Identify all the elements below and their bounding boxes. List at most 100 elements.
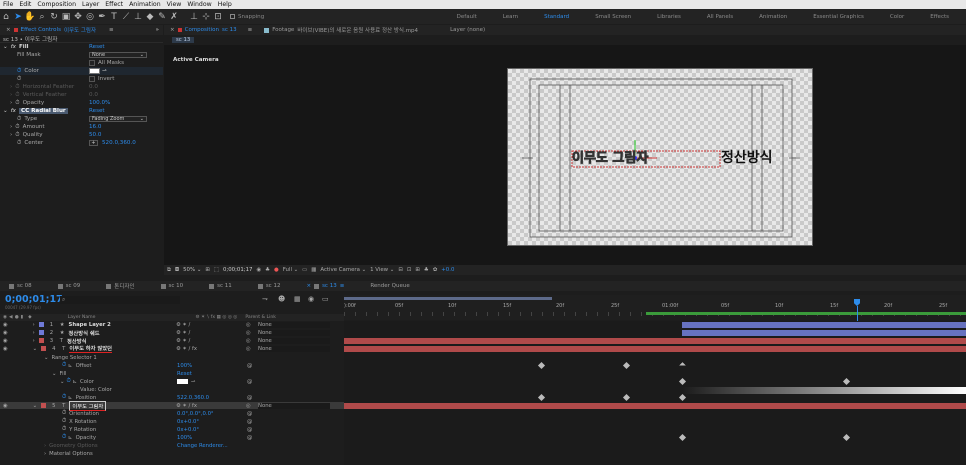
expression-icon[interactable]: @ xyxy=(247,379,252,385)
expression-icon[interactable]: @ xyxy=(247,411,252,417)
resolution-dropdown[interactable]: Full ⌄ xyxy=(283,267,298,273)
visibility-eye-icon[interactable]: ◉ xyxy=(3,346,8,352)
visibility-eye-icon[interactable]: ◉ xyxy=(3,338,8,344)
clone-stamp-tool-icon[interactable]: ⊥ xyxy=(132,11,144,23)
effect-fill-header[interactable]: ⌄ fx Fill Reset xyxy=(0,43,163,51)
effect-radial-blur-header[interactable]: ⌄ fx CC Radial Blur Reset xyxy=(0,107,163,115)
workspace-all-panels[interactable]: All Panels xyxy=(694,14,746,20)
stopwatch-icon[interactable]: ⏱ xyxy=(15,124,19,131)
panel-menu-icon[interactable]: ≡ xyxy=(109,27,114,33)
col-layer-name[interactable]: Layer Name xyxy=(68,315,96,320)
layer-name[interactable]: Shape Layer 2 xyxy=(69,322,111,328)
shape-tool-icon[interactable]: ◎ xyxy=(84,11,96,23)
tab-sc12[interactable]: sc 12 xyxy=(252,281,287,291)
graph-editor-icon[interactable]: ▭ xyxy=(322,295,329,303)
layer-row-3[interactable]: ◉ › 3 T 정산방식 ⚙ ✶ ∕ ◎ None xyxy=(0,337,344,345)
layer-row-2[interactable]: ◉ › 2 ★ 정산방식 쉐드 ⚙ ✶ ∕ ◎ None xyxy=(0,329,344,337)
mask-icon[interactable]: ◘ xyxy=(175,267,179,273)
eyedropper-icon[interactable]: ⇀ xyxy=(191,379,195,385)
keyframe[interactable] xyxy=(537,393,546,402)
expression-icon[interactable]: @ xyxy=(247,363,252,369)
stopwatch-icon[interactable]: ⏱ xyxy=(15,92,19,99)
brush-tool-icon[interactable]: ⟋ xyxy=(120,11,132,23)
blur-type-dropdown[interactable]: Fading Zoom ⌄ xyxy=(89,116,147,122)
parent-pick-whip-icon[interactable]: ◎ xyxy=(246,330,251,336)
keyframe[interactable] xyxy=(622,361,631,370)
workspace-color[interactable]: Color xyxy=(877,14,917,20)
expand-arrow-icon[interactable]: ⌄ xyxy=(60,379,64,385)
prop-position[interactable]: ⏱ ⊾ Position 522.0,360.0 @ xyxy=(0,394,344,401)
panel-menu-icon[interactable]: ≡ xyxy=(248,27,253,33)
viewer-timecode[interactable]: 0;00;01;17 xyxy=(223,267,252,273)
close-icon[interactable]: × xyxy=(6,27,11,33)
expand-arrow-icon[interactable]: › xyxy=(33,338,35,344)
workspace-essential-graphics[interactable]: Essential Graphics xyxy=(800,14,877,20)
tab-tone-design[interactable]: 톤디자인 xyxy=(100,281,140,291)
layer-row-4[interactable]: ◉ ⌄ 4 T 이무도 하자 않았던 ⚙ ✶ ∕ fx ◎ None xyxy=(0,344,344,354)
region-icon[interactable]: ⬚ xyxy=(214,267,219,273)
prop-opacity[interactable]: ⏱ ⊾ Opacity 100% @ xyxy=(0,434,344,441)
comp-frame[interactable]: 이무도 그림자 정산방식 xyxy=(507,68,813,246)
parent-pick-whip-icon[interactable]: ◎ xyxy=(246,403,251,409)
parent-pick-whip-icon[interactable]: ◎ xyxy=(246,322,251,328)
stopwatch-icon[interactable]: ⏱ xyxy=(17,76,21,83)
label-color-swatch[interactable] xyxy=(41,403,47,409)
camera-tool-icon[interactable]: ▣ xyxy=(60,11,72,23)
camera-dropdown[interactable]: Active Camera ⌄ xyxy=(320,267,366,273)
view-axis-icon[interactable]: ⊡ xyxy=(212,11,224,23)
stopwatch-icon[interactable]: ⏱ xyxy=(62,394,66,401)
workspace-learn[interactable]: Learn xyxy=(490,14,531,20)
expand-arrow-icon[interactable]: ⌄ xyxy=(33,346,37,352)
expand-arrow-icon[interactable]: ⌄ xyxy=(3,44,8,50)
fill-reset-link[interactable]: Reset xyxy=(89,44,105,50)
prop-orientation[interactable]: ⏱ Orientation 0.0°,0.0°,0.0° @ xyxy=(0,410,344,417)
workspace-libraries[interactable]: Libraries xyxy=(644,14,694,20)
workspace-default[interactable]: Default xyxy=(444,14,490,20)
keyframe[interactable] xyxy=(678,393,687,402)
expand-arrow-icon[interactable]: ⌄ xyxy=(52,371,56,377)
stopwatch-icon[interactable]: ⏱ xyxy=(15,84,19,91)
pen-tool-icon[interactable]: ✒ xyxy=(96,11,108,23)
close-icon[interactable]: × xyxy=(306,283,311,289)
menu-composition[interactable]: Composition xyxy=(37,1,76,8)
menu-animation[interactable]: Animation xyxy=(129,1,161,8)
motion-blur-icon[interactable]: ◉ xyxy=(308,295,314,303)
parent-dropdown[interactable]: None xyxy=(258,321,330,328)
prop-y-rotation[interactable]: ⏱ Y Rotation 0x+0.0° @ xyxy=(0,426,344,433)
stopwatch-icon[interactable]: ⏱ xyxy=(62,362,66,369)
lock-icon[interactable] xyxy=(177,28,182,32)
label-color-swatch[interactable] xyxy=(38,330,44,336)
visibility-eye-icon[interactable]: ◉ xyxy=(3,322,8,328)
label-color-swatch[interactable] xyxy=(38,322,44,328)
expression-icon[interactable]: @ xyxy=(247,435,252,441)
switches[interactable]: ⚙ ✶ ∕ xyxy=(176,322,190,328)
stopwatch-icon[interactable]: ⏱ xyxy=(62,410,66,417)
always-preview-icon[interactable]: ⧉ xyxy=(167,267,171,274)
hand-tool-icon[interactable]: ✋ xyxy=(24,11,36,23)
keyframe[interactable] xyxy=(622,393,631,402)
menu-window[interactable]: Window xyxy=(187,1,211,8)
keyframe[interactable] xyxy=(842,433,851,442)
col-parent-link[interactable]: Parent & Link xyxy=(245,315,276,320)
label-color-swatch[interactable] xyxy=(38,338,44,344)
expression-icon[interactable]: @ xyxy=(247,419,252,425)
workspace-standard[interactable]: Standard xyxy=(531,14,582,20)
parent-pick-whip-icon[interactable]: ◎ xyxy=(246,346,251,352)
stopwatch-icon[interactable]: ⏱ xyxy=(62,426,66,433)
layer-bar-4[interactable] xyxy=(344,346,966,352)
comp-subtab-sc13[interactable]: sc 13 xyxy=(172,37,195,43)
stopwatch-icon[interactable]: ⏱ xyxy=(66,378,70,385)
fast-preview-icon[interactable]: ⊡ xyxy=(407,267,412,273)
zoom-dropdown[interactable]: 50% xyxy=(183,267,195,273)
roto-brush-tool-icon[interactable]: ✎ xyxy=(156,11,168,23)
time-ruler[interactable]: ):00f 05f 10f 15f 20f 25f 01:00f 05f 10f… xyxy=(344,295,966,320)
prop-offset[interactable]: ⏱ ⊾ Offset 100% @ xyxy=(0,362,344,369)
snapping-checkbox[interactable] xyxy=(230,14,235,19)
workspace-small-screen[interactable]: Small Screen xyxy=(582,14,644,20)
layer-name[interactable]: 이무도 하자 않았던 xyxy=(69,344,113,354)
expand-arrow-icon[interactable]: › xyxy=(33,322,35,328)
tab-sc13[interactable]: × sc 13 ≡ xyxy=(300,281,350,291)
chevron-right-icon[interactable]: › xyxy=(10,84,12,90)
transparency-grid-icon[interactable]: ▦ xyxy=(311,267,316,273)
grid-icon[interactable]: ⊞ xyxy=(205,267,210,273)
